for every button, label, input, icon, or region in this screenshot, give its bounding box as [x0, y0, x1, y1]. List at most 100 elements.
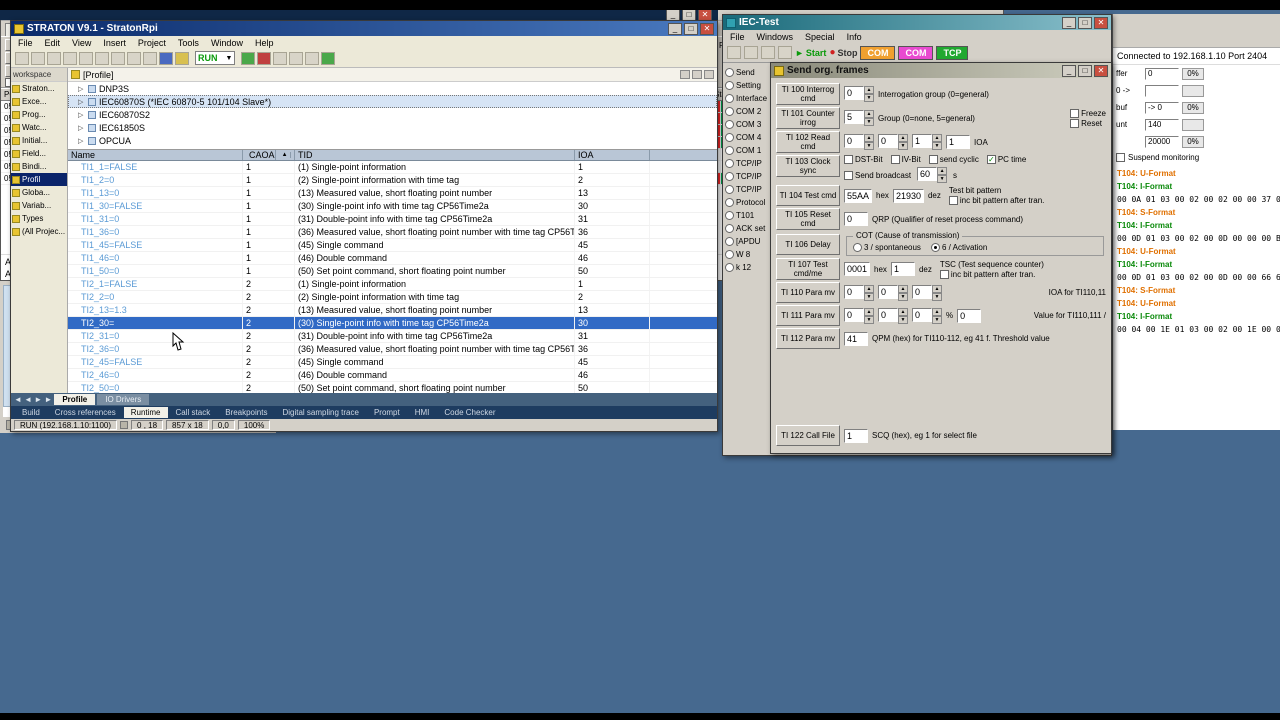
- workspace-item[interactable]: Initial...: [11, 134, 67, 147]
- workspace-item[interactable]: Exce...: [11, 95, 67, 108]
- menu-item[interactable]: Window: [211, 38, 243, 48]
- grid-row[interactable]: TI1_13=0 1 (13) Measured value, short fl…: [68, 187, 717, 200]
- open-icon[interactable]: [727, 46, 741, 59]
- spinner-arrows-icon[interactable]: [898, 308, 908, 324]
- output-tab[interactable]: Build: [15, 407, 47, 418]
- para-value-spinner-3[interactable]: 0: [912, 307, 942, 324]
- grid-row[interactable]: TI1_36=0 1 (36) Measured value, short fl…: [68, 226, 717, 239]
- workspace-item[interactable]: Field...: [11, 147, 67, 160]
- workspace-item[interactable]: Globa...: [11, 186, 67, 199]
- ti104-button[interactable]: TI 104 Test cmd: [776, 185, 840, 206]
- value-field[interactable]: 0: [1145, 67, 1179, 80]
- run-mode-combo[interactable]: RUN ▼: [195, 51, 236, 65]
- grid-row[interactable]: TI2_36=0 2 (36) Measured value, short fl…: [68, 343, 717, 356]
- qrp-field[interactable]: 0: [844, 212, 868, 226]
- para-ioa-spinner-3[interactable]: 0: [912, 284, 942, 301]
- dst-bit-checkbox[interactable]: DST-Bit: [844, 155, 883, 164]
- output-tab[interactable]: Digital sampling trace: [275, 407, 365, 418]
- ti102-button[interactable]: TI 102 Read cmd: [776, 131, 840, 153]
- grid-row[interactable]: TI1_46=0 1 (46) Double command 46: [68, 252, 717, 265]
- menu-item[interactable]: Edit: [45, 38, 61, 48]
- menu-item[interactable]: File: [18, 38, 33, 48]
- settings-icon[interactable]: [761, 46, 775, 59]
- ti107-button[interactable]: TI 107 Test cmd/me: [776, 258, 840, 280]
- ti112-button[interactable]: TI 112 Para mv: [776, 328, 840, 349]
- watch-icon[interactable]: [305, 51, 320, 65]
- maximize-button[interactable]: [1078, 16, 1092, 29]
- document-tab[interactable]: IO Drivers: [97, 394, 150, 405]
- save-icon[interactable]: [47, 51, 61, 65]
- test-pattern-dez-field[interactable]: 21930: [892, 188, 924, 203]
- spinner-arrows-icon[interactable]: [864, 134, 874, 150]
- pc-time-checkbox[interactable]: PC time: [986, 155, 1026, 164]
- output-tab[interactable]: Runtime: [123, 407, 168, 418]
- chevron-right-icon[interactable]: ▷: [78, 98, 85, 106]
- grid-row[interactable]: TI2_31=0 2 (31) Double-point info with t…: [68, 330, 717, 343]
- profile-tree-item[interactable]: ▷ IEC60870S2: [68, 108, 717, 121]
- profile-tree-item[interactable]: ▷ IEC61850S: [68, 121, 717, 134]
- document-tab[interactable]: Profile: [54, 394, 96, 405]
- window-layout-icon[interactable]: [778, 46, 792, 59]
- output-tab[interactable]: HMI: [408, 407, 437, 418]
- para-ioa-spinner-1[interactable]: 0: [844, 284, 874, 301]
- inc-pattern-checkbox[interactable]: inc bit pattern after tran.: [948, 196, 1044, 205]
- value-field[interactable]: 20000: [1145, 135, 1179, 148]
- start-icon[interactable]: [241, 51, 256, 65]
- inc-pattern-checkbox[interactable]: inc bit pattern after tran.: [939, 269, 1044, 279]
- chevron-right-icon[interactable]: ▷: [78, 137, 85, 145]
- paste-icon[interactable]: [111, 51, 125, 65]
- ioa-spinner-3[interactable]: 1: [912, 134, 942, 150]
- workspace-item[interactable]: Bindi...: [11, 160, 67, 173]
- grid-row[interactable]: TI2_50=0 2 (50) Set point command, short…: [68, 382, 717, 393]
- column-name[interactable]: Name: [68, 150, 243, 160]
- output-tab[interactable]: Call stack: [169, 407, 218, 418]
- menu-item[interactable]: Help: [255, 38, 274, 48]
- cyclic-seconds-spinner[interactable]: 60: [917, 167, 947, 183]
- tsc-dez-field[interactable]: 1: [890, 262, 915, 276]
- workspace-item[interactable]: (All Projec...: [11, 225, 67, 238]
- grid-row[interactable]: TI1_1=FALSE 1 (1) Single-point informati…: [68, 161, 717, 174]
- dialog-titlebar[interactable]: Send org. frames: [771, 63, 1111, 78]
- freeze-checkbox[interactable]: Freeze: [1070, 108, 1106, 118]
- column-caoa[interactable]: CAOA ▲: [243, 150, 295, 160]
- frame-log[interactable]: T104: U-Format T104: I-Format 00 0A 01 03 …: [1113, 165, 1280, 336]
- close-button[interactable]: [700, 22, 714, 35]
- workspace-item[interactable]: Types: [11, 212, 67, 225]
- chevron-right-icon[interactable]: ▷: [78, 85, 85, 93]
- grid-row[interactable]: TI1_31=0 1 (31) Double-point info with t…: [68, 213, 717, 226]
- column-tid[interactable]: TID: [295, 150, 575, 160]
- spinner-arrows-icon[interactable]: [937, 167, 947, 183]
- workspace-item[interactable]: Profil: [11, 173, 67, 186]
- ti103-button[interactable]: TI 103 Clock sync: [776, 155, 840, 177]
- menu-item[interactable]: Project: [138, 38, 166, 48]
- spinner-arrows-icon[interactable]: [932, 134, 942, 150]
- spinner-arrows-icon[interactable]: [898, 134, 908, 150]
- spinner-arrows-icon[interactable]: [898, 285, 908, 301]
- grid-row[interactable]: TI2_13=1.3 2 (13) Measured value, short …: [68, 304, 717, 317]
- workspace-item[interactable]: Straton...: [11, 82, 67, 95]
- qpm-field[interactable]: 41: [844, 331, 868, 346]
- value-field[interactable]: 140: [1145, 118, 1179, 131]
- column-ioa[interactable]: IOA: [575, 150, 650, 160]
- tab-nav-arrows[interactable]: ◄ ◄ ► ►: [14, 395, 52, 404]
- chevron-right-icon[interactable]: ▷: [78, 111, 85, 119]
- grid-row[interactable]: TI1_30=FALSE 1 (30) Single-point info wi…: [68, 200, 717, 213]
- iec-test-titlebar[interactable]: IEC-Test: [723, 15, 1111, 30]
- open-icon[interactable]: [31, 51, 45, 65]
- chevron-right-icon[interactable]: ▷: [78, 124, 85, 132]
- com1-toggle[interactable]: COM: [860, 45, 896, 60]
- straton-titlebar[interactable]: STRATON V9.1 - StratonRpi: [11, 21, 717, 36]
- scq-field[interactable]: 1: [844, 428, 868, 443]
- ioa-spinner-1[interactable]: 0: [844, 134, 874, 150]
- test-pattern-hex-field[interactable]: 55AA: [844, 188, 873, 203]
- tsc-hex-field[interactable]: 0001: [844, 262, 871, 276]
- spinner-arrows-icon[interactable]: [864, 285, 874, 301]
- menu-item[interactable]: File: [730, 32, 745, 42]
- iv-bit-checkbox[interactable]: IV-Bit: [890, 155, 921, 164]
- close-panel-button[interactable]: [704, 70, 714, 79]
- value-field[interactable]: -> 0: [1145, 101, 1179, 114]
- workspace-item[interactable]: Variab...: [11, 199, 67, 212]
- cut-icon[interactable]: [79, 51, 93, 65]
- spinner-arrows-icon[interactable]: [864, 86, 874, 102]
- grid-row[interactable]: TI1_45=FALSE 1 (45) Single command 45: [68, 239, 717, 252]
